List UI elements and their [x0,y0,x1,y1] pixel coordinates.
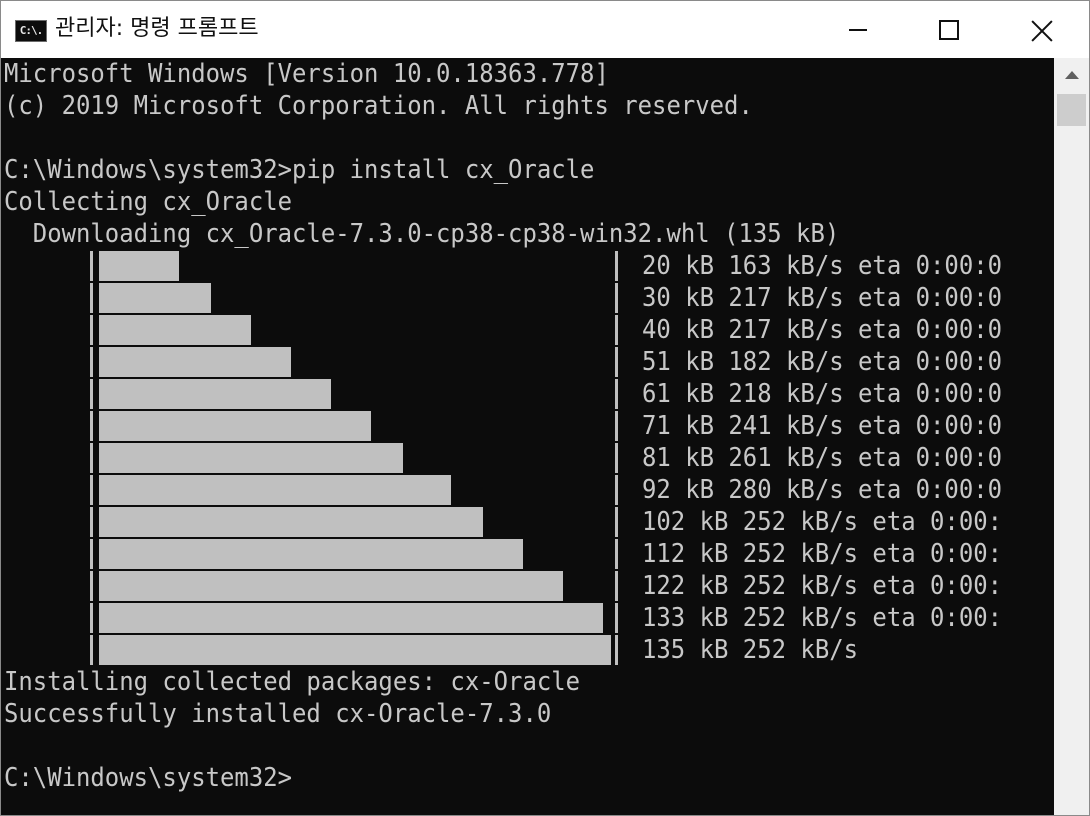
progress-bar-fill [99,571,563,601]
console-line: Microsoft Windows [Version 10.0.18363.77… [4,59,609,89]
progress-bar-fill [99,283,211,313]
progress-bar-fill [99,251,179,281]
title-bar[interactable]: C:\. 관리자: 명령 프롬프트 [1,1,1089,58]
progress-bar-fill [99,603,603,633]
progress-bar-left-edge [90,251,93,281]
progress-bar-right-edge [615,443,618,473]
close-icon [1031,20,1053,42]
progress-bar-left-edge [90,475,93,505]
progress-stat-text: 61 kB 218 kB/s eta 0:00:0 [642,379,1003,409]
console-line: Downloading cx_Oracle-7.3.0-cp38-cp38-wi… [4,219,840,249]
maximize-icon [939,20,959,40]
progress-bar-left-edge [90,635,93,665]
progress-bar-left-edge [90,507,93,537]
maximize-button[interactable] [903,1,995,58]
progress-stat-text: 71 kB 241 kB/s eta 0:00:0 [642,411,1003,441]
progress-bar-right-edge [615,283,618,313]
progress-bar-right-edge [615,347,618,377]
progress-bar-right-edge [615,507,618,537]
progress-bar-right-edge [615,603,618,633]
progress-bar-fill [99,347,291,377]
progress-bar-left-edge [90,603,93,633]
progress-stat-text: 102 kB 252 kB/s eta 0:00: [642,507,1003,537]
progress-bar-left-edge [90,347,93,377]
console-line: Successfully installed cx-Oracle-7.3.0 [4,699,552,729]
progress-bar-left-edge [90,539,93,569]
progress-bar-left-edge [90,283,93,313]
progress-stat-text: 40 kB 217 kB/s eta 0:00:0 [642,315,1003,345]
progress-stat-text: 81 kB 261 kB/s eta 0:00:0 [642,443,1003,473]
progress-bar-fill [99,315,251,345]
progress-bar-right-edge [615,571,618,601]
minimize-icon [849,29,867,31]
progress-bar-fill [99,443,403,473]
cmd-window: C:\. 관리자: 명령 프롬프트 Microsoft Windows [Ver… [0,0,1090,816]
console-output[interactable]: Microsoft Windows [Version 10.0.18363.77… [1,58,1054,815]
progress-bar-right-edge [615,411,618,441]
console-line: (c) 2019 Microsoft Corporation. All righ… [4,91,753,121]
scroll-thumb[interactable] [1057,94,1086,126]
progress-bar-fill [99,539,523,569]
progress-stat-text: 30 kB 217 kB/s eta 0:00:0 [642,283,1003,313]
progress-stat-text: 112 kB 252 kB/s eta 0:00: [642,539,1003,569]
scroll-up-arrow-icon[interactable] [1054,58,1089,92]
console-line: C:\Windows\system32>pip install cx_Oracl… [4,155,595,185]
window-title: 관리자: 명령 프롬프트 [55,16,259,41]
close-button[interactable] [995,1,1087,58]
progress-stat-text: 122 kB 252 kB/s eta 0:00: [642,571,1003,601]
console-line: Installing collected packages: cx-Oracle [4,667,581,697]
progress-bar-fill [99,475,451,505]
progress-bar-left-edge [90,315,93,345]
progress-bar-right-edge [615,539,618,569]
progress-bar-fill [99,507,483,537]
progress-bar-left-edge [90,411,93,441]
console-line: Collecting cx_Oracle [4,187,293,217]
progress-bar-right-edge [615,315,618,345]
progress-stat-text: 20 kB 163 kB/s eta 0:00:0 [642,251,1003,281]
progress-bar-fill [99,411,371,441]
progress-stat-text: 135 kB 252 kB/s [642,635,859,665]
progress-bar-right-edge [615,379,618,409]
vertical-scrollbar[interactable] [1054,58,1089,815]
progress-bar-right-edge [615,475,618,505]
progress-bar-fill [99,635,611,665]
console-prompt: C:\Windows\system32> [4,763,293,793]
progress-bar-right-edge [615,251,618,281]
progress-stat-text: 133 kB 252 kB/s eta 0:00: [642,603,1003,633]
progress-bar-left-edge [90,571,93,601]
progress-bar-right-edge [615,635,618,665]
progress-bar-left-edge [90,379,93,409]
progress-stat-text: 51 kB 182 kB/s eta 0:00:0 [642,347,1003,377]
progress-stat-text: 92 kB 280 kB/s eta 0:00:0 [642,475,1003,505]
progress-bar-fill [99,379,331,409]
minimize-button[interactable] [811,1,903,58]
progress-bar-left-edge [90,443,93,473]
cmd-app-icon[interactable]: C:\. [15,20,47,42]
